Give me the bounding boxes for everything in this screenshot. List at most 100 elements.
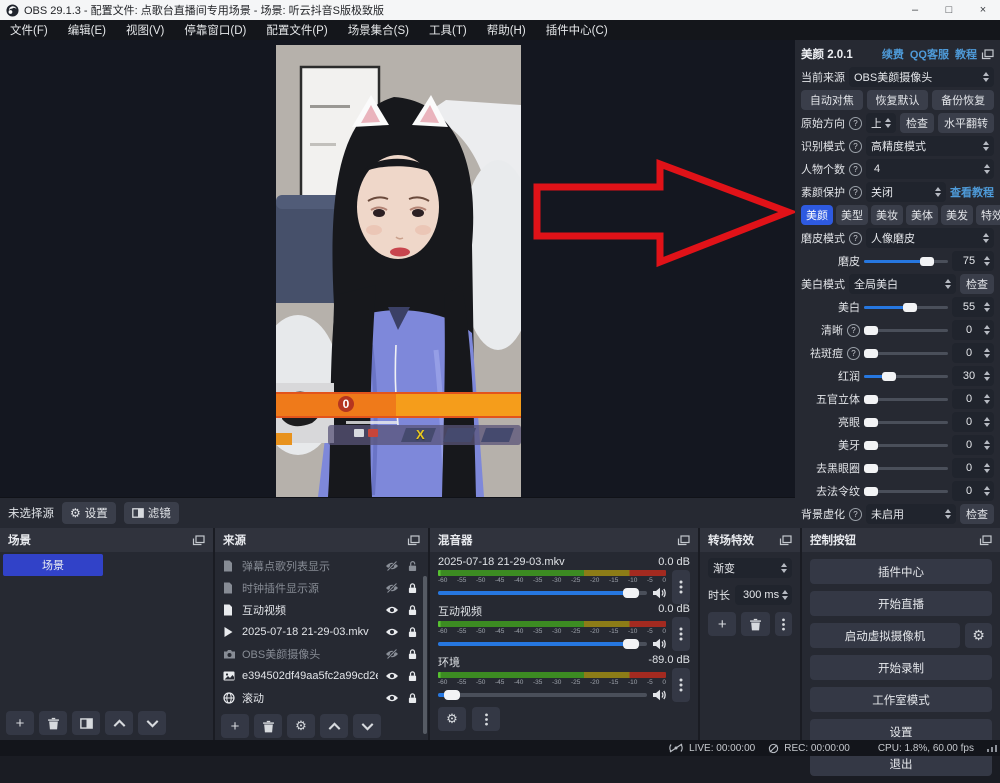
rosiness-value[interactable]: 30 [952,366,994,386]
whiten-value[interactable]: 55 [952,297,994,317]
preview-area[interactable]: 0 X [0,40,795,497]
move-scene-down-button[interactable] [138,711,166,735]
menu-item-help[interactable]: 帮助(H) [477,20,536,40]
clarity-slider[interactable] [864,329,948,332]
lock-icon[interactable] [405,583,420,594]
sources-scrollbar[interactable] [423,576,427,734]
channel-menu-button[interactable] [672,668,690,702]
backup-restore-button[interactable]: 备份恢复 [932,90,994,110]
menu-item-plugin-center[interactable]: 插件中心(C) [536,20,618,40]
source-row[interactable]: OBS美颜摄像头 [215,643,428,665]
close-button[interactable]: × [966,0,1000,20]
speaker-icon[interactable] [652,587,666,599]
source-row[interactable]: e394502df49aa5fc2a99cd2e7c [215,665,428,687]
add-transition-button[interactable]: + [708,612,736,636]
transition-menu-button[interactable] [775,612,792,636]
volume-handle[interactable] [444,690,460,700]
menu-item-profile[interactable]: 配置文件(P) [256,20,337,40]
source-row[interactable]: 时钟插件显示源 [215,577,428,599]
maximize-button[interactable]: □ [932,0,966,20]
studio-mode-button[interactable]: 工作室模式 [810,687,992,712]
lock-icon[interactable] [405,649,420,660]
makeup-protect-dropdown[interactable]: 关闭 [866,182,946,202]
volume-slider[interactable] [438,642,647,646]
mixer-menu-button[interactable] [472,707,500,731]
tab-makeup[interactable]: 美妆 [871,205,903,225]
help-icon[interactable]: ? [849,508,862,521]
eye-icon[interactable] [384,693,399,703]
whiten-check-button[interactable]: 检查 [960,274,994,294]
background-blur-dropdown[interactable]: 未启用 [866,504,956,524]
add-scene-button[interactable]: + [6,711,34,735]
slider-handle[interactable] [864,349,878,358]
menu-item-edit[interactable]: 编辑(E) [58,20,116,40]
nasolabial-folds-slider[interactable] [864,490,948,493]
plugin-center-button[interactable]: 插件中心 [810,559,992,584]
slider-handle[interactable] [864,326,878,335]
transition-dropdown[interactable]: 渐变 [708,558,792,578]
source-row[interactable]: 弹幕点歌列表显示 [215,555,428,577]
lock-icon[interactable] [405,627,420,638]
volume-slider[interactable] [438,693,647,697]
slider-handle[interactable] [864,418,878,427]
horizontal-flip-button[interactable]: 水平翻转 [938,113,994,133]
help-icon[interactable]: ? [849,140,862,153]
tab-beauty[interactable]: 美颜 [801,205,833,225]
eye-slash-icon[interactable] [384,583,399,593]
start-virtual-camera-button[interactable]: 启动虚拟摄像机 [810,623,960,648]
dark-circles-slider[interactable] [864,467,948,470]
slider-handle[interactable] [864,441,878,450]
channel-menu-button[interactable] [672,570,690,604]
background-blur-check-button[interactable]: 检查 [960,504,994,524]
slider-handle[interactable] [864,464,878,473]
person-count-stepper[interactable]: 4 [866,159,994,179]
eye-icon[interactable] [384,671,399,681]
help-icon[interactable]: ? [849,117,862,130]
virtual-camera-settings-button[interactable]: ⚙ [965,623,992,648]
popout-icon[interactable] [407,535,420,546]
menu-item-file[interactable]: 文件(F) [0,20,58,40]
whiten-mode-dropdown[interactable]: 全局美白 [849,274,956,294]
slider-handle[interactable] [903,303,917,312]
menu-item-docks[interactable]: 停靠窗口(D) [174,20,256,40]
minimize-button[interactable]: – [898,0,932,20]
source-row[interactable]: 滚动 [215,687,428,709]
slider-handle[interactable] [882,372,896,381]
renew-link[interactable]: 续费 [882,46,904,62]
speaker-icon[interactable] [652,638,666,650]
help-icon[interactable]: ? [849,232,862,245]
webcam-video-frame[interactable]: 0 X [276,45,521,497]
source-properties-button[interactable]: ⚙ [287,714,315,738]
source-filters-button[interactable]: 滤镜 [124,502,179,524]
help-icon[interactable]: ? [849,186,862,199]
popout-icon[interactable] [192,535,205,546]
teeth-whitening-value[interactable]: 0 [952,435,994,455]
eye-slash-icon[interactable] [384,649,399,659]
rosiness-slider[interactable] [864,375,948,378]
menu-item-tools[interactable]: 工具(T) [419,20,477,40]
source-row[interactable]: 互动视频 [215,599,428,621]
lock-open-icon[interactable] [405,561,420,572]
source-properties-button[interactable]: ⚙ 设置 [62,502,116,524]
move-source-up-button[interactable] [320,714,348,738]
help-icon[interactable]: ? [847,347,860,360]
teeth-whitening-slider[interactable] [864,444,948,447]
duration-stepper[interactable]: 300 ms [735,585,792,605]
popout-icon[interactable] [981,49,994,60]
tutorial-link[interactable]: 教程 [955,46,977,62]
view-tutorial-link[interactable]: 查看教程 [950,184,994,200]
lock-icon[interactable] [405,671,420,682]
add-source-button[interactable]: + [221,714,249,738]
slider-handle[interactable] [920,257,934,266]
source-row[interactable]: 2025-07-18 21-29-03.mkv [215,621,428,643]
slider-handle[interactable] [864,395,878,404]
remove-scene-button[interactable] [39,711,67,735]
face-3d-value[interactable]: 0 [952,389,994,409]
remove-transition-button[interactable] [741,612,769,636]
slider-handle[interactable] [864,487,878,496]
tab-reshape[interactable]: 美型 [836,205,868,225]
orientation-check-button[interactable]: 检查 [900,113,934,133]
start-streaming-button[interactable]: 开始直播 [810,591,992,616]
restore-default-button[interactable]: 恢复默认 [867,90,929,110]
blemish-value[interactable]: 0 [952,343,994,363]
